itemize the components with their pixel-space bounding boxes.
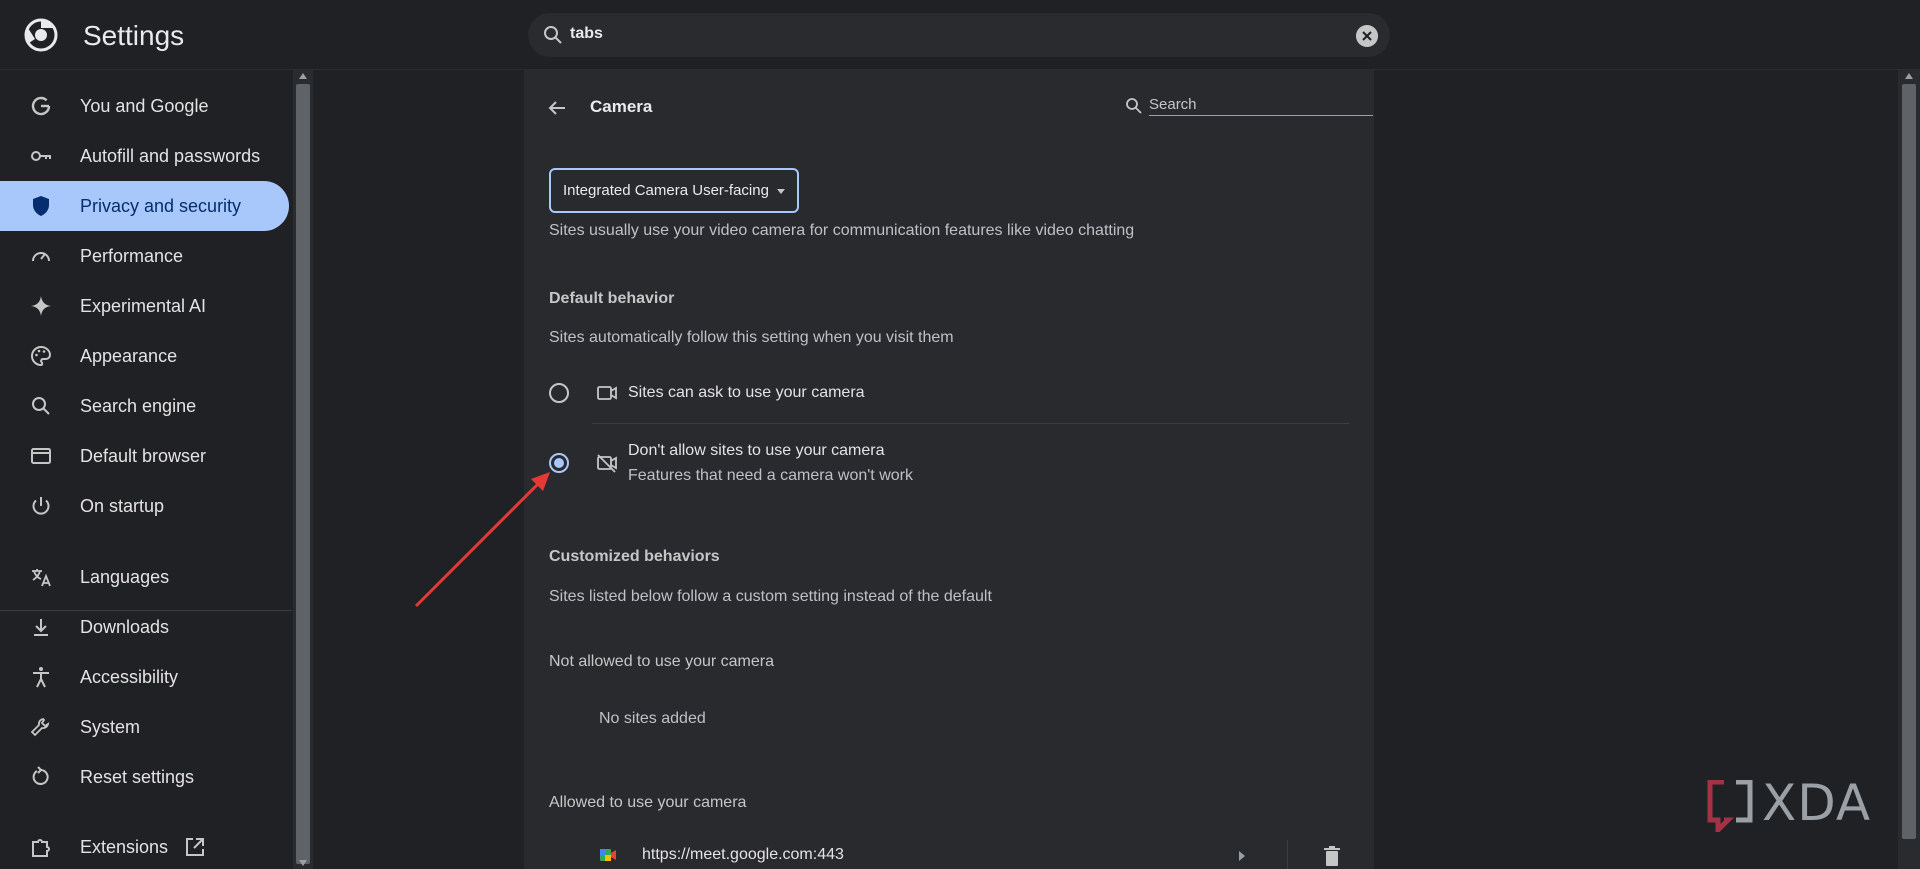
- sidebar-item-autofill[interactable]: Autofill and passwords: [0, 131, 289, 181]
- default-behavior-description: Sites automatically follow this setting …: [549, 329, 954, 346]
- sidebar-item-label: Privacy and security: [80, 195, 242, 216]
- xda-watermark: XDA: [1706, 772, 1890, 834]
- download-icon: [29, 615, 53, 639]
- palette-icon: [29, 344, 53, 368]
- sidebar-item-system[interactable]: System: [0, 702, 289, 752]
- section-title: Camera: [590, 97, 653, 116]
- option-block-sublabel: Features that need a camera won't work: [628, 467, 913, 484]
- dropdown-caret-icon: [777, 189, 785, 194]
- selected-camera-label: Integrated Camera User-facing: [563, 182, 769, 199]
- customized-behaviors-heading: Customized behaviors: [549, 548, 720, 565]
- puzzle-icon: [29, 835, 53, 859]
- translate-icon: [29, 565, 53, 589]
- back-arrow-icon[interactable]: [546, 97, 568, 119]
- clear-search-icon[interactable]: [1356, 25, 1378, 47]
- scroll-down-arrow-icon[interactable]: [299, 860, 307, 866]
- settings-search-bar[interactable]: tabs: [528, 13, 1390, 57]
- sidebar-item-label: Accessibility: [80, 666, 179, 687]
- sidebar-item-label: Experimental AI: [80, 295, 207, 316]
- radio-allow[interactable]: [549, 383, 569, 403]
- sidebar-item-search-engine[interactable]: Search engine: [0, 381, 289, 431]
- trash-icon[interactable]: [1322, 845, 1342, 867]
- row-vertical-separator: [1287, 840, 1288, 869]
- sidebar-item-label: Downloads: [80, 616, 170, 637]
- reset-icon: [29, 765, 53, 789]
- sidebar-item-label: Appearance: [80, 345, 178, 366]
- customized-behaviors-description: Sites listed below follow a custom setti…: [549, 588, 992, 605]
- sidebar-item-experimental-ai[interactable]: Experimental AI: [0, 281, 289, 331]
- sidebar-item-label: Default browser: [80, 445, 207, 466]
- shield-icon: [29, 194, 53, 218]
- camera-device-select[interactable]: Integrated Camera User-facing: [549, 168, 799, 213]
- sidebar-item-label: Performance: [80, 245, 184, 266]
- google-icon: [29, 94, 53, 118]
- sidebar-item-reset-settings[interactable]: Reset settings: [0, 752, 289, 802]
- sidebar-item-label: Search engine: [80, 395, 197, 416]
- option-block-label: Don't allow sites to use your camera: [628, 442, 885, 459]
- search-icon: [29, 394, 53, 418]
- sidebar-item-downloads[interactable]: Downloads: [0, 602, 289, 652]
- chrome-logo-icon: [24, 18, 58, 52]
- camera-description: Sites usually use your video camera for …: [549, 222, 1135, 239]
- sidebar-item-label: Languages: [80, 566, 170, 587]
- top-bar: Settings tabs: [0, 0, 1920, 70]
- allowed-heading: Allowed to use your camera: [549, 794, 747, 811]
- red-annotation-arrow-icon: [414, 472, 550, 608]
- sidebar-item-label: System: [80, 716, 141, 737]
- camera-settings-card: Camera Integrated Camera User-facing Sit…: [524, 70, 1374, 869]
- video-camera-icon: [597, 386, 617, 400]
- sidebar-item-label: On startup: [80, 495, 165, 516]
- open-in-new-icon: [186, 838, 204, 856]
- sidebar-item-you-and-google[interactable]: You and Google: [0, 81, 289, 131]
- sidebar-item-label: Extensions: [80, 836, 169, 857]
- accessibility-icon: [29, 665, 53, 689]
- sparkle-icon: [29, 294, 53, 318]
- search-icon: [544, 26, 562, 44]
- power-icon: [29, 494, 53, 518]
- wrench-icon: [29, 715, 53, 739]
- no-sites-note: No sites added: [599, 710, 706, 727]
- sidebar-item-on-startup[interactable]: On startup: [0, 481, 289, 531]
- row-separator: [592, 423, 1349, 424]
- sidebar-item-privacy-security[interactable]: Privacy and security: [0, 181, 289, 231]
- sidebar-item-label: You and Google: [80, 95, 209, 116]
- chevron-right-icon[interactable]: [1239, 851, 1245, 861]
- scroll-up-arrow-icon[interactable]: [1905, 73, 1913, 79]
- search-input[interactable]: tabs: [570, 25, 603, 43]
- option-block-row[interactable]: Don't allow sites to use your camera Fea…: [549, 435, 1349, 495]
- not-allowed-heading: Not allowed to use your camera: [549, 653, 774, 670]
- option-allow-row[interactable]: Sites can ask to use your camera: [549, 373, 1349, 413]
- sidebar-item-label: Reset settings: [80, 766, 195, 787]
- sidebar-scrollbar[interactable]: [293, 70, 313, 869]
- scrollbar-thumb[interactable]: [1902, 84, 1916, 839]
- site-search-input[interactable]: [1149, 94, 1373, 116]
- sidebar-item-appearance[interactable]: Appearance: [0, 331, 289, 381]
- sidebar-item-languages[interactable]: Languages: [0, 552, 289, 602]
- sidebar-item-label: Autofill and passwords: [80, 145, 261, 166]
- key-icon: [29, 144, 53, 168]
- sidebar: You and Google Autofill and passwords Pr…: [0, 70, 293, 869]
- page-title: Settings: [83, 20, 185, 51]
- sidebar-item-extensions[interactable]: Extensions: [0, 822, 289, 869]
- default-behavior-heading: Default behavior: [549, 290, 675, 307]
- page-scrollbar[interactable]: [1898, 70, 1920, 869]
- allowed-site-row[interactable]: https://meet.google.com:443: [549, 840, 1349, 869]
- scrollbar-thumb[interactable]: [296, 84, 310, 864]
- video-camera-off-icon: [597, 454, 617, 473]
- scroll-up-arrow-icon[interactable]: [299, 73, 307, 79]
- browser-window-icon: [29, 444, 53, 468]
- search-icon: [1126, 98, 1142, 114]
- google-meet-icon: [600, 849, 616, 861]
- watermark-text: XDA: [1762, 774, 1872, 832]
- sidebar-item-performance[interactable]: Performance: [0, 231, 289, 281]
- sidebar-item-default-browser[interactable]: Default browser: [0, 431, 289, 481]
- sidebar-item-accessibility[interactable]: Accessibility: [0, 652, 289, 702]
- xda-logo-icon: [1707, 780, 1753, 832]
- allowed-site-url[interactable]: https://meet.google.com:443: [642, 846, 844, 864]
- speedometer-icon: [29, 244, 53, 268]
- option-allow-label: Sites can ask to use your camera: [628, 384, 865, 401]
